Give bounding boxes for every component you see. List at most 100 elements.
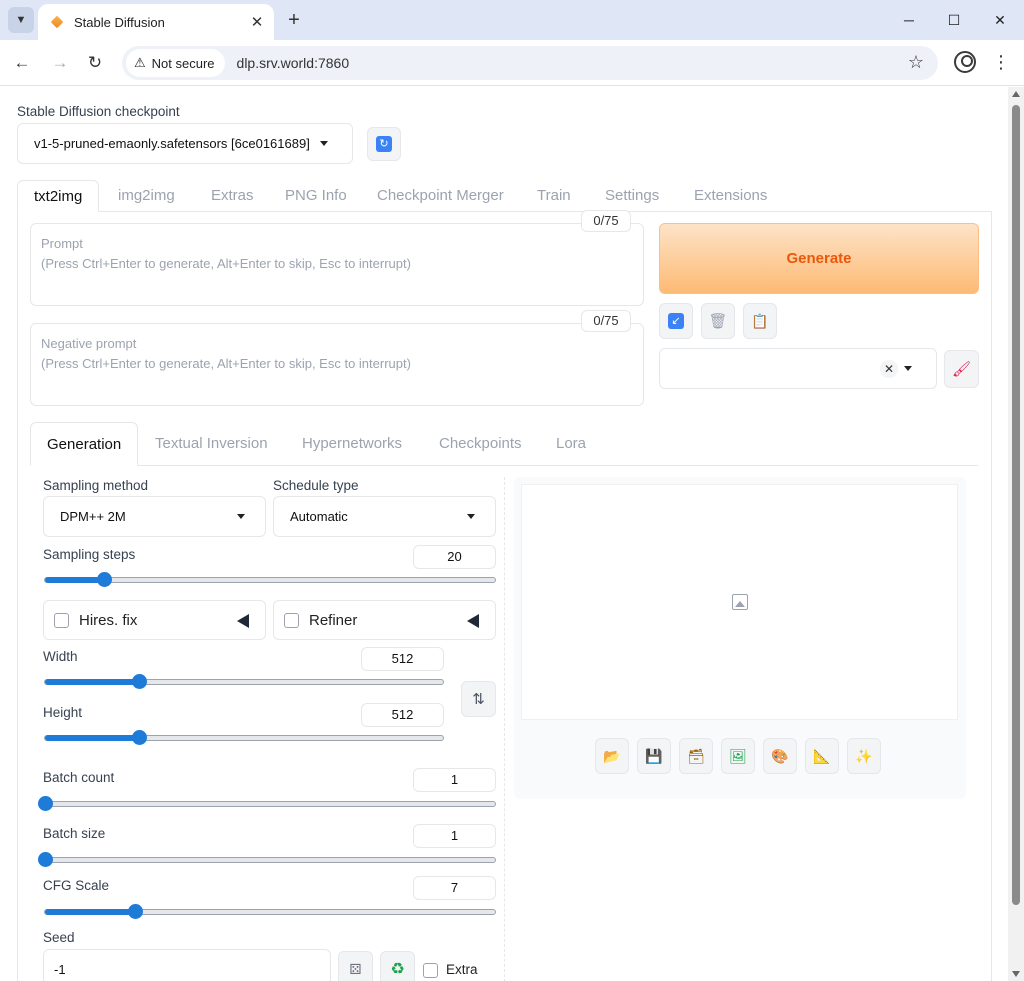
- schedule-type-dropdown[interactable]: Automatic: [273, 496, 496, 537]
- seed-input[interactable]: -1: [43, 949, 331, 981]
- tab-textual-inversion[interactable]: Textual Inversion: [155, 422, 268, 466]
- vertical-scrollbar[interactable]: [1008, 87, 1024, 981]
- tab-extensions[interactable]: Extensions: [694, 180, 767, 212]
- forward-icon[interactable]: →: [48, 51, 72, 75]
- security-chip[interactable]: ⚠ Not secure: [126, 49, 225, 77]
- reuse-seed-button[interactable]: ♻: [380, 951, 415, 981]
- refresh-checkpoint-button[interactable]: ↻: [367, 127, 401, 161]
- scroll-down-icon[interactable]: [1012, 971, 1020, 977]
- scroll-up-icon[interactable]: [1012, 91, 1020, 97]
- read-params-button[interactable]: ↙: [659, 303, 693, 339]
- tab-txt2img[interactable]: txt2img: [17, 180, 100, 212]
- sampling-method-dropdown[interactable]: DPM++ 2M: [43, 496, 266, 537]
- styles-dropdown[interactable]: ✕: [659, 348, 937, 389]
- cfg-scale-input[interactable]: 7: [413, 876, 496, 900]
- chevron-down-icon: [320, 140, 328, 146]
- extra-seed-checkbox[interactable]: [423, 963, 438, 978]
- send-to-img2img-button[interactable]: 🖼: [721, 738, 755, 774]
- sampling-steps-slider[interactable]: [44, 572, 496, 587]
- refiner-checkbox[interactable]: [284, 612, 299, 628]
- sampling-steps-input[interactable]: 20: [413, 545, 496, 569]
- height-slider[interactable]: [44, 730, 444, 745]
- checkpoint-dropdown[interactable]: v1-5-pruned-emaonly.safetensors [6ce0161…: [17, 123, 353, 164]
- tab-png-info[interactable]: PNG Info: [285, 180, 347, 212]
- arrow-icon: ↙: [668, 313, 684, 329]
- more-menu-icon[interactable]: ⋮: [992, 51, 1010, 75]
- width-input[interactable]: 512: [361, 647, 444, 671]
- negative-prompt-token-counter: 0/75: [581, 310, 631, 332]
- tab-checkpoints[interactable]: Checkpoints: [439, 422, 522, 466]
- main-tabs: txt2img img2img Extras PNG Info Checkpoi…: [17, 180, 992, 212]
- batch-count-slider[interactable]: [38, 796, 496, 811]
- tab-train[interactable]: Train: [537, 180, 571, 212]
- tab-settings[interactable]: Settings: [605, 180, 659, 212]
- url-text[interactable]: dlp.srv.world:7860: [237, 55, 350, 71]
- random-seed-button[interactable]: ⚄: [338, 951, 373, 981]
- minimize-icon[interactable]: ─: [896, 8, 922, 32]
- collapse-arrow-icon[interactable]: [237, 614, 249, 628]
- refresh-icon: ↻: [376, 136, 392, 152]
- close-window-icon[interactable]: ✕: [987, 8, 1013, 32]
- slider-knob[interactable]: [38, 796, 53, 811]
- edit-styles-button[interactable]: 🖌: [944, 350, 979, 388]
- upscale-button[interactable]: ✨: [847, 738, 881, 774]
- tab-lora[interactable]: Lora: [556, 422, 586, 466]
- new-tab-button[interactable]: +: [282, 8, 306, 32]
- batch-size-slider[interactable]: [38, 852, 496, 867]
- negative-prompt-placeholder-hint: (Press Ctrl+Enter to generate, Alt+Enter…: [41, 356, 411, 371]
- clear-prompt-button[interactable]: 🗑: [701, 303, 735, 339]
- collapse-arrow-icon[interactable]: [467, 614, 479, 628]
- slider-knob[interactable]: [131, 674, 147, 689]
- back-icon[interactable]: ←: [10, 51, 34, 75]
- tab-img2img[interactable]: img2img: [118, 180, 175, 212]
- apply-style-button[interactable]: 📋: [743, 303, 777, 339]
- hires-fix-checkbox[interactable]: [54, 612, 69, 628]
- slider-knob[interactable]: [38, 852, 53, 867]
- bookmark-star-icon[interactable]: ☆: [908, 52, 924, 73]
- reload-icon[interactable]: ↻: [83, 51, 107, 75]
- batch-size-input[interactable]: 1: [413, 824, 496, 848]
- address-bar: ← → ↻ ⚠ Not secure dlp.srv.world:7860 ☆ …: [0, 40, 1024, 86]
- generation-subtabs: Generation Textual Inversion Hypernetwor…: [30, 422, 978, 466]
- slider-knob[interactable]: [131, 730, 147, 745]
- tab-search-icon[interactable]: ▼: [8, 7, 34, 33]
- image-gallery[interactable]: [521, 484, 958, 720]
- cfg-scale-slider[interactable]: [44, 904, 496, 919]
- send-to-inpaint-button[interactable]: 🎨: [763, 738, 797, 774]
- close-tab-icon[interactable]: ✕: [246, 11, 268, 33]
- recycle-icon: ♻: [390, 961, 405, 978]
- omnibox[interactable]: ⚠ Not secure dlp.srv.world:7860 ☆: [122, 46, 938, 80]
- tab-hypernetworks[interactable]: Hypernetworks: [302, 422, 402, 466]
- open-folder-button[interactable]: 📂: [595, 738, 629, 774]
- browser-tab[interactable]: Stable Diffusion ✕: [38, 4, 274, 40]
- prompt-textarea[interactable]: Prompt (Press Ctrl+Enter to generate, Al…: [30, 223, 644, 306]
- refiner-label: Refiner: [309, 611, 358, 629]
- save-button[interactable]: 💾: [637, 738, 671, 774]
- clear-styles-icon[interactable]: ✕: [880, 360, 898, 378]
- tab-checkpoint-merger[interactable]: Checkpoint Merger: [377, 180, 504, 212]
- tab-generation[interactable]: Generation: [30, 422, 139, 466]
- seed-value: -1: [54, 961, 66, 977]
- height-input[interactable]: 512: [361, 703, 444, 727]
- height-label: Height: [43, 705, 83, 720]
- scrollbar-thumb[interactable]: [1012, 105, 1020, 905]
- schedule-type-label: Schedule type: [273, 478, 359, 493]
- hires-fix-accordion[interactable]: Hires. fix: [43, 600, 266, 640]
- browser-tab-title: Stable Diffusion: [74, 14, 165, 30]
- zip-button[interactable]: 🗃: [679, 738, 713, 774]
- width-slider[interactable]: [44, 674, 444, 689]
- prompt-placeholder-hint: (Press Ctrl+Enter to generate, Alt+Enter…: [41, 256, 411, 271]
- archive-box-icon: 🗃: [687, 747, 705, 764]
- tab-extras[interactable]: Extras: [211, 180, 254, 212]
- refiner-accordion[interactable]: Refiner: [273, 600, 496, 640]
- swap-dimensions-button[interactable]: ⇅: [461, 681, 496, 717]
- maximize-icon[interactable]: ☐: [941, 8, 967, 32]
- send-to-extras-button[interactable]: 📐: [805, 738, 839, 774]
- slider-knob[interactable]: [128, 904, 143, 919]
- profile-icon[interactable]: [954, 51, 976, 73]
- dice-icon: ⚄: [349, 960, 362, 977]
- batch-count-input[interactable]: 1: [413, 768, 496, 792]
- generate-button[interactable]: Generate: [659, 223, 979, 294]
- slider-knob[interactable]: [96, 572, 112, 587]
- negative-prompt-textarea[interactable]: Negative prompt (Press Ctrl+Enter to gen…: [30, 323, 644, 406]
